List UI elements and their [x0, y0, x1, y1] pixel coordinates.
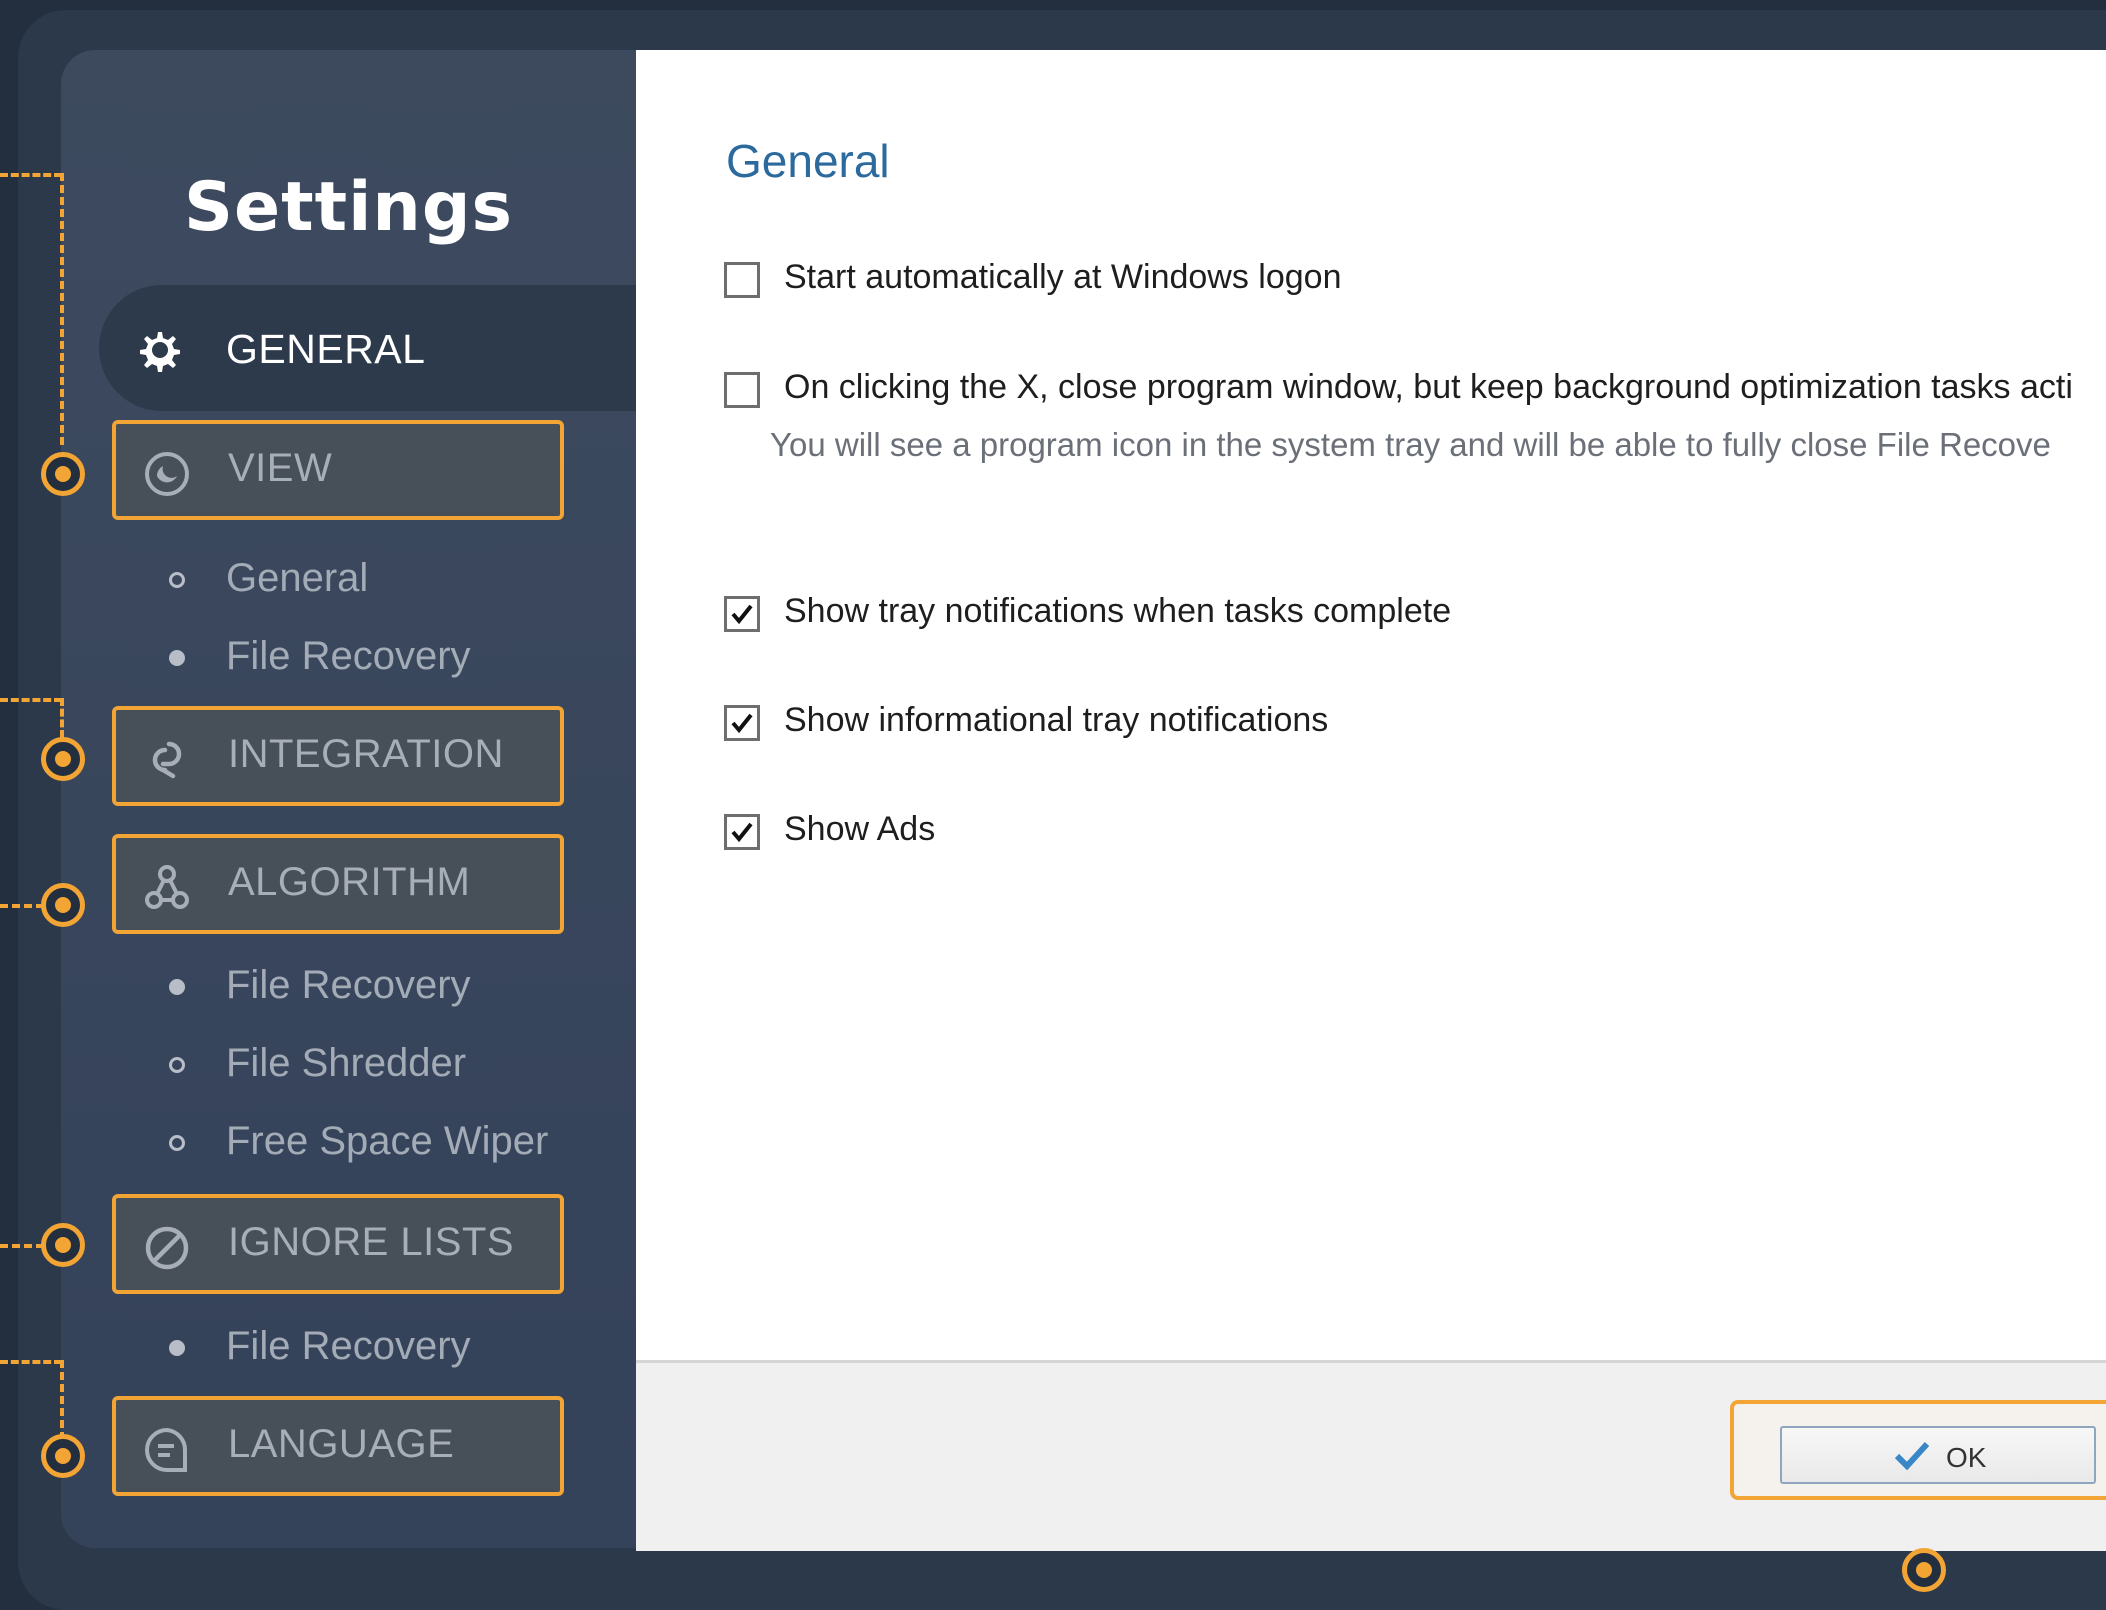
- bullet-icon: [169, 650, 185, 666]
- sidebar-item-integration-label: INTEGRATION: [228, 732, 504, 776]
- sidebar-item-language[interactable]: LANGUAGE: [112, 1396, 564, 1496]
- link-icon: [152, 741, 182, 779]
- block-icon: [145, 1226, 189, 1270]
- sidebar-item-language-label: LANGUAGE: [228, 1422, 455, 1466]
- sidebar-subitem-view-file-recovery[interactable]: File Recovery: [226, 634, 471, 679]
- callout-marker-icon: [41, 883, 85, 927]
- algorithm-icon: [145, 865, 189, 909]
- callout-line: [0, 698, 62, 702]
- sidebar-subitem-algorithm-file-recovery[interactable]: File Recovery: [226, 963, 471, 1008]
- sidebar-item-integration[interactable]: INTEGRATION: [112, 706, 564, 806]
- language-icon: [145, 1427, 188, 1472]
- checkbox[interactable]: [724, 372, 760, 408]
- checkbox[interactable]: [724, 262, 760, 298]
- callout-marker-icon: [41, 1434, 85, 1478]
- option-description: You will see a program icon in the syste…: [770, 426, 2051, 463]
- ok-button[interactable]: OK: [1780, 1426, 2096, 1484]
- sidebar-item-general-label: GENERAL: [226, 326, 426, 372]
- callout-marker-icon: [41, 737, 85, 781]
- bullet-icon: [169, 1340, 185, 1356]
- sidebar-item-view[interactable]: VIEW: [112, 420, 564, 520]
- option-label: Start automatically at Windows logon: [784, 258, 1342, 296]
- checkbox[interactable]: [724, 705, 760, 741]
- sidebar-subitem-view-general[interactable]: General: [226, 556, 368, 601]
- sidebar-item-algorithm[interactable]: ALGORITHM: [112, 834, 564, 934]
- view-icon: [145, 452, 189, 496]
- ok-button-label: OK: [1946, 1442, 1987, 1473]
- checkbox[interactable]: [724, 814, 760, 850]
- callout-marker-icon: [41, 452, 85, 496]
- bullet-icon: [169, 979, 185, 995]
- sidebar-item-ignore-lists[interactable]: IGNORE LISTS: [112, 1194, 564, 1294]
- sidebar-subitem-file-shredder[interactable]: File Shredder: [226, 1041, 466, 1086]
- option-label: Show Ads: [784, 810, 936, 848]
- callout-line: [60, 1360, 64, 1440]
- sidebar-subitem-ignore-file-recovery[interactable]: File Recovery: [226, 1324, 471, 1369]
- checkbox[interactable]: [724, 596, 760, 632]
- sidebar-title: Settings: [184, 168, 513, 247]
- callout-line: [60, 173, 64, 445]
- gear-icon: [140, 332, 180, 372]
- bullet-icon: [169, 572, 185, 588]
- sidebar-subitem-free-space-wiper[interactable]: Free Space Wiper: [226, 1119, 548, 1164]
- callout-marker-icon: [41, 1223, 85, 1267]
- bullet-icon: [169, 1057, 185, 1073]
- callout-marker-icon: [1902, 1548, 1946, 1592]
- checkmark-icon: [731, 604, 753, 625]
- checkmark-icon: [731, 822, 753, 843]
- option-label: Show tray notifications when tasks compl…: [784, 592, 1452, 630]
- option-label: On clicking the X, close program window,…: [784, 368, 2073, 406]
- bullet-icon: [169, 1135, 185, 1151]
- page-title: General: [726, 135, 890, 187]
- sidebar-item-view-label: VIEW: [228, 446, 333, 490]
- callout-line: [0, 904, 44, 908]
- callout-line: [0, 1244, 44, 1248]
- checkmark-icon: [731, 713, 753, 734]
- callout-line: [0, 173, 62, 177]
- option-label: Show informational tray notifications: [784, 701, 1329, 739]
- callout-line: [60, 698, 64, 738]
- check-icon: [1894, 1441, 1930, 1470]
- sidebar-item-algorithm-label: ALGORITHM: [228, 860, 471, 904]
- settings-content-panel: General Start automatically at Windows l…: [636, 50, 2106, 1548]
- callout-line: [0, 1360, 62, 1364]
- sidebar-item-ignore-lists-label: IGNORE LISTS: [228, 1220, 515, 1264]
